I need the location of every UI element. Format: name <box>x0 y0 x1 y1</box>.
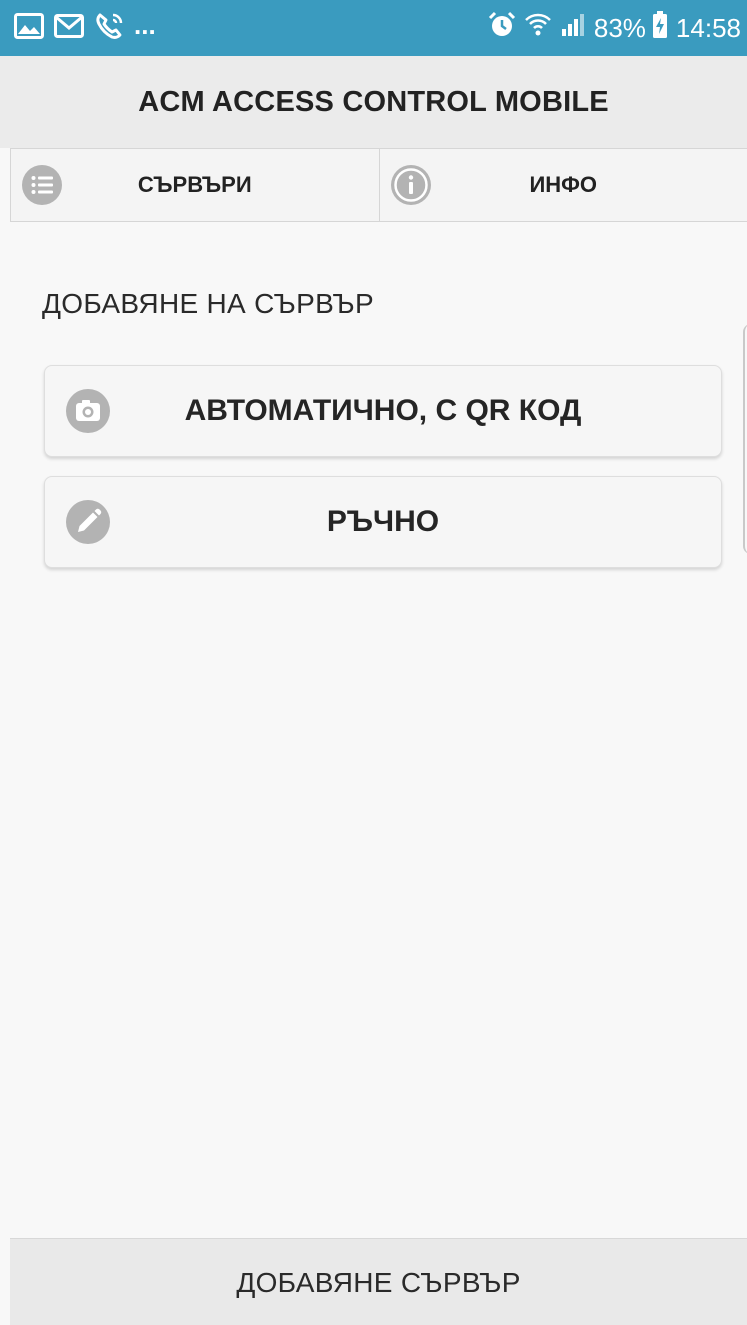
app-screen: ... 83% 14:58 ACM ACCESS CONTROL MOBILE … <box>0 0 747 1325</box>
add-manually-label: РЪЧНО <box>326 505 440 538</box>
tab-bar: СЪРВЪРИ ИНФО <box>10 148 747 222</box>
status-right-group: 83% 14:58 <box>488 10 741 46</box>
battery-charging-icon <box>652 10 668 46</box>
camera-icon <box>65 388 111 434</box>
add-via-qr-label: АВТОМАТИЧНО, С QR КОД <box>184 394 582 427</box>
app-title: ACM ACCESS CONTROL MOBILE <box>138 85 609 118</box>
tab-servers[interactable]: СЪРВЪРИ <box>10 149 379 221</box>
battery-percent: 83% <box>593 12 646 43</box>
gallery-icon <box>14 12 44 44</box>
add-server-label: ДОБАВЯНЕ СЪРВЪР <box>236 1266 521 1298</box>
section-heading: ДОБАВЯНЕ НА СЪРВЪР <box>42 288 374 319</box>
edge-scroll-hint <box>743 324 747 554</box>
gmail-icon <box>54 13 84 43</box>
status-bar: ... 83% 14:58 <box>0 0 747 56</box>
pencil-icon <box>65 499 111 545</box>
alarm-icon <box>488 11 516 46</box>
list-icon <box>21 164 63 206</box>
more-notifications-indicator: ... <box>134 10 156 40</box>
add-server-button[interactable]: ДОБАВЯНЕ СЪРВЪР <box>10 1238 747 1325</box>
status-left-group: ... <box>14 10 156 46</box>
missed-call-icon <box>94 11 124 46</box>
clock: 14:58 <box>675 12 741 43</box>
wifi-icon <box>524 11 552 46</box>
info-icon <box>390 164 432 206</box>
app-header: ACM ACCESS CONTROL MOBILE <box>0 56 747 148</box>
tab-info[interactable]: ИНФО <box>378 149 747 221</box>
signal-icon <box>560 12 586 45</box>
add-manually-button[interactable]: РЪЧНО <box>44 476 722 568</box>
tab-info-label: ИНФО <box>529 172 598 197</box>
add-via-qr-button[interactable]: АВТОМАТИЧНО, С QR КОД <box>44 365 722 457</box>
tab-servers-label: СЪРВЪРИ <box>137 172 252 197</box>
